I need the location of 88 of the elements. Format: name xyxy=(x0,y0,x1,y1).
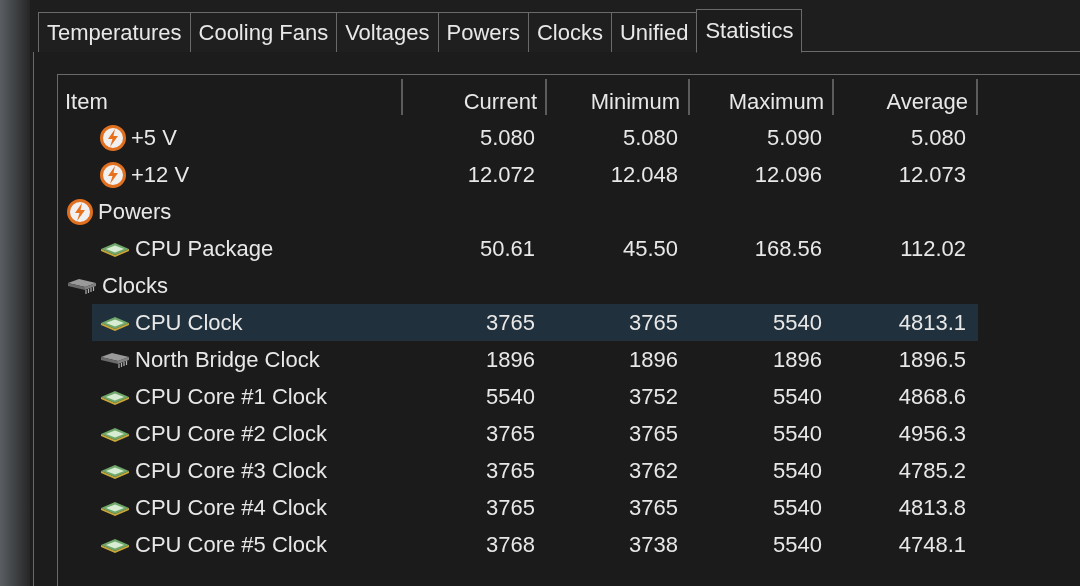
column-header[interactable]: Current xyxy=(403,79,547,115)
chip-icon xyxy=(100,536,130,553)
tab[interactable]: Clocks xyxy=(527,12,611,52)
value-cell-text: 4785.2 xyxy=(897,457,967,484)
item-label: North Bridge Clock xyxy=(135,346,320,373)
value-cell-text: 5540 xyxy=(772,309,823,336)
value-cell-text: 1896 xyxy=(485,346,536,373)
value-cell-text: 1896.5 xyxy=(897,346,967,373)
chip-icon xyxy=(100,240,130,257)
value-cell-text: 12.073 xyxy=(897,161,967,188)
value-cell-text: 5540 xyxy=(772,531,823,558)
value-cell-text: 45.50 xyxy=(621,235,679,262)
table-row[interactable]: CPU Package 50.61 45.50 168.56 112.02 xyxy=(58,230,978,267)
value-cell-text: 3765 xyxy=(485,457,536,484)
memory-module-icon xyxy=(100,350,130,369)
value-cell-text: 3765 xyxy=(485,309,536,336)
value-cell-text: 5540 xyxy=(772,457,823,484)
item-label: Powers xyxy=(98,198,172,225)
tab[interactable]: Statistics xyxy=(696,9,803,53)
tab[interactable]: Temperatures xyxy=(38,12,190,52)
value-cell-text: 5540 xyxy=(772,494,823,521)
value-cell-text: 4956.3 xyxy=(897,420,967,447)
table-row[interactable]: CPU Core #1 Clock 5540 3752 5540 4868.6 xyxy=(58,378,978,415)
item-label: CPU Core #3 Clock xyxy=(135,457,327,484)
value-cell-text: 3738 xyxy=(628,531,679,558)
lightning-icon xyxy=(100,161,126,188)
chip-icon xyxy=(100,499,130,516)
item-label: CPU Clock xyxy=(135,309,243,336)
table-row[interactable]: +12 V 12.072 12.048 12.096 12.073 xyxy=(58,156,978,193)
value-cell-text: 50.61 xyxy=(478,235,536,262)
value-cell-text: 168.56 xyxy=(753,235,823,262)
lightning-icon xyxy=(67,198,93,225)
value-cell-text: 12.072 xyxy=(466,161,536,188)
value-cell-text: 3752 xyxy=(628,383,679,410)
table-row[interactable]: CPU Clock 3765 3765 5540 4813.1 xyxy=(92,304,978,341)
value-cell-text: 1896 xyxy=(628,346,679,373)
table-row[interactable]: CPU Core #5 Clock 3768 3738 5540 4748.1 xyxy=(58,526,978,563)
memory-module-icon xyxy=(67,276,97,295)
table-row[interactable]: North Bridge Clock 1896 1896 1896 1896.5 xyxy=(58,341,978,378)
value-cell-text: 112.02 xyxy=(899,235,967,262)
value-cell-text: 3762 xyxy=(628,457,679,484)
value-cell-text: 5540 xyxy=(772,383,823,410)
table-row[interactable]: Clocks xyxy=(58,267,978,304)
item-label: CPU Core #2 Clock xyxy=(135,420,327,447)
column-header[interactable]: Average xyxy=(834,79,978,115)
tab[interactable]: Unified xyxy=(610,12,697,52)
value-cell-text: 5.080 xyxy=(909,124,967,151)
item-label: CPU Core #4 Clock xyxy=(135,494,327,521)
value-cell-text: 3765 xyxy=(628,494,679,521)
value-cell-text: 5.080 xyxy=(621,124,679,151)
value-cell-text: 12.048 xyxy=(609,161,679,188)
value-cell-text: 5.090 xyxy=(765,124,823,151)
value-cell-text: 3765 xyxy=(485,494,536,521)
item-label: CPU Core #5 Clock xyxy=(135,531,327,558)
value-cell-text: 4868.6 xyxy=(897,383,967,410)
chip-icon xyxy=(100,388,130,405)
item-label: +5 V xyxy=(131,124,177,151)
value-cell-text: 5540 xyxy=(485,383,536,410)
value-cell-text: 4813.1 xyxy=(897,309,967,336)
item-label: CPU Package xyxy=(135,235,274,262)
value-cell-text: 3765 xyxy=(628,309,679,336)
value-cell-text: 4748.1 xyxy=(897,531,967,558)
column-header[interactable]: Minimum xyxy=(547,79,690,115)
item-label: +12 V xyxy=(131,161,190,188)
value-cell-text: 3768 xyxy=(485,531,536,558)
tab[interactable]: Voltages xyxy=(336,12,438,52)
value-cell-text: 3765 xyxy=(485,420,536,447)
table-row[interactable]: CPU Core #2 Clock 3765 3765 5540 4956.3 xyxy=(58,415,978,452)
column-header[interactable]: Item xyxy=(58,79,403,115)
chip-icon xyxy=(100,462,130,479)
table-row[interactable]: CPU Core #3 Clock 3765 3762 5540 4785.2 xyxy=(58,452,978,489)
value-cell-text: 4813.8 xyxy=(897,494,967,521)
column-header[interactable]: Maximum xyxy=(690,79,834,115)
item-label: CPU Core #1 Clock xyxy=(135,383,327,410)
item-label: Clocks xyxy=(102,272,168,299)
table-row[interactable]: +5 V 5.080 5.080 5.090 5.080 xyxy=(58,119,978,156)
value-cell-text: 5540 xyxy=(772,420,823,447)
lightning-icon xyxy=(100,124,126,151)
value-cell-text: 5.080 xyxy=(478,124,536,151)
tab[interactable]: Powers xyxy=(437,12,528,52)
value-cell-text: 3765 xyxy=(628,420,679,447)
chip-icon xyxy=(100,314,130,331)
value-cell-text: 1896 xyxy=(772,346,823,373)
tab[interactable]: Cooling Fans xyxy=(189,12,337,52)
chip-icon xyxy=(100,425,130,442)
value-cell-text: 12.096 xyxy=(753,161,823,188)
table-row[interactable]: CPU Core #4 Clock 3765 3765 5540 4813.8 xyxy=(58,489,978,526)
table-row[interactable]: Powers xyxy=(58,193,978,230)
